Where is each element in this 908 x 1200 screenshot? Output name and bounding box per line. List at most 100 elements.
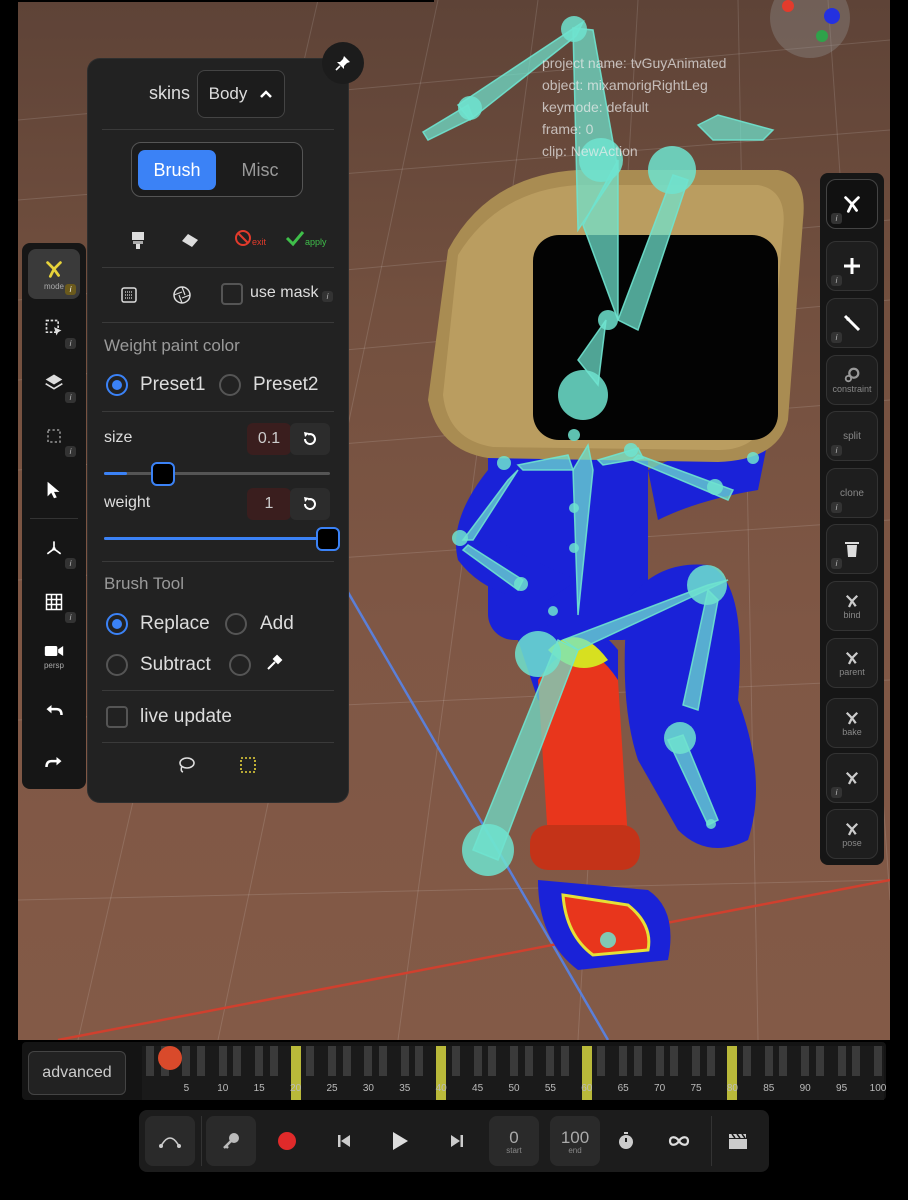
bone-link-button[interactable]: i [826, 753, 878, 803]
frame-tick [328, 1046, 336, 1076]
undo-button[interactable] [28, 685, 80, 735]
right-toolbar: i i i constraint split i clone i i bind … [820, 173, 884, 865]
size-reset-button[interactable] [290, 423, 330, 455]
frame-number-label: 25 [326, 1083, 338, 1094]
select-box-button[interactable]: i [28, 303, 80, 353]
preset2-radio[interactable] [219, 374, 241, 396]
next-keyframe-button[interactable] [432, 1116, 482, 1166]
advanced-button[interactable]: advanced [28, 1051, 126, 1095]
frame-tick [764, 1046, 773, 1076]
end-frame-field[interactable]: 100 end [550, 1116, 600, 1166]
info-badge[interactable]: i [65, 392, 76, 403]
box-select-icon[interactable] [240, 757, 256, 773]
orientation-gizmo[interactable] [770, 0, 850, 58]
weight-slider-knob[interactable] [316, 527, 340, 551]
record-button[interactable] [262, 1116, 312, 1166]
info-badge[interactable]: i [831, 275, 842, 286]
size-value-field[interactable]: 0.1 [247, 423, 291, 455]
apply-button[interactable]: apply [285, 229, 327, 247]
delete-button[interactable]: i [826, 524, 878, 574]
live-update-checkbox[interactable] [106, 706, 128, 728]
parent-button[interactable]: parent [826, 638, 878, 688]
info-badge[interactable]: i [831, 502, 842, 513]
gizmo-y-dot [816, 30, 828, 42]
texture-icon[interactable] [121, 287, 137, 303]
add-bone-button[interactable]: i [826, 241, 878, 291]
frame-tick [255, 1046, 264, 1076]
chevron-up-icon [260, 90, 273, 98]
lasso-icon[interactable] [177, 756, 195, 774]
subtract-radio[interactable] [106, 654, 128, 676]
pose-button[interactable]: pose [826, 809, 878, 859]
play-button[interactable] [375, 1116, 425, 1166]
use-mask-checkbox[interactable] [221, 283, 243, 305]
preset1-radio[interactable] [106, 374, 128, 396]
info-badge[interactable]: i [65, 558, 76, 569]
exit-button[interactable]: exit [234, 229, 266, 247]
replace-radio[interactable] [106, 613, 128, 635]
frame-tick [510, 1046, 518, 1076]
eyedropper-radio[interactable] [229, 654, 251, 676]
frame-tick [815, 1046, 824, 1076]
grid-button[interactable]: i [28, 577, 80, 627]
info-badge[interactable]: i [831, 445, 842, 456]
add-radio[interactable] [225, 613, 247, 635]
clapperboard-icon [729, 1133, 747, 1149]
frame-number-label: 70 [654, 1083, 666, 1094]
divider [102, 561, 334, 562]
redo-button[interactable] [28, 737, 80, 787]
keyframe-key-button[interactable] [206, 1116, 256, 1166]
skins-dropdown[interactable]: Body [197, 70, 285, 118]
split-button[interactable]: split i [826, 411, 878, 461]
info-badge[interactable]: i [65, 284, 76, 295]
frame-tick [233, 1046, 242, 1076]
loop-button[interactable] [654, 1116, 704, 1166]
info-badge[interactable]: i [831, 213, 842, 224]
draw-bone-button[interactable]: i [826, 298, 878, 348]
info-badge[interactable]: i [831, 558, 842, 569]
info-badge[interactable]: i [831, 332, 842, 343]
constraint-button[interactable]: constraint [826, 355, 878, 405]
pointer-button[interactable] [28, 465, 80, 515]
frame-tick [779, 1046, 788, 1076]
weight-value-field[interactable]: 1 [247, 488, 291, 520]
eraser-icon[interactable] [180, 232, 200, 248]
bake-button[interactable]: bake [826, 698, 878, 748]
skins-label: skins [149, 83, 191, 103]
playhead[interactable] [158, 1046, 182, 1070]
bone-settings-button[interactable]: i [826, 179, 878, 229]
tab-brush[interactable]: Brush [138, 150, 216, 190]
tab-misc[interactable]: Misc [222, 150, 298, 190]
size-slider-track[interactable] [104, 472, 330, 475]
transform-axes-button[interactable]: i [28, 523, 80, 573]
clone-button[interactable]: clone i [826, 468, 878, 518]
layers-button[interactable]: i [28, 357, 80, 407]
marquee-button[interactable]: i [28, 411, 80, 461]
mode-button[interactable]: mode i [28, 249, 80, 299]
parent-label: parent [839, 667, 865, 677]
curve-editor-button[interactable] [145, 1116, 195, 1166]
start-frame-field[interactable]: 0 start [489, 1116, 539, 1166]
timer-button[interactable] [601, 1116, 651, 1166]
replace-label: Replace [140, 613, 210, 634]
weight-reset-button[interactable] [290, 488, 330, 520]
info-badge[interactable]: i [65, 446, 76, 457]
frame-number-label: 75 [690, 1083, 702, 1094]
info-badge[interactable]: i [65, 612, 76, 623]
info-badge[interactable]: i [322, 291, 333, 302]
camera-persp-button[interactable]: persp [28, 631, 80, 681]
size-slider-knob[interactable] [150, 462, 175, 486]
info-badge[interactable]: i [831, 787, 842, 798]
timeline-ruler[interactable]: 5 10 15 20 25 30 35 40 45 50 55 60 65 70 75 80 85 90 95 100 [142, 1046, 886, 1100]
aperture-icon[interactable] [172, 285, 192, 305]
divider [102, 322, 334, 323]
previous-keyframe-button[interactable] [319, 1116, 369, 1166]
pin-panel-button[interactable] [322, 42, 364, 84]
add-label: Add [260, 613, 294, 634]
bind-button[interactable]: bind [826, 581, 878, 631]
brush-icon[interactable] [130, 231, 146, 249]
frame-tick [269, 1046, 278, 1076]
record-icon [278, 1132, 296, 1150]
clips-button[interactable] [713, 1116, 763, 1166]
info-badge[interactable]: i [65, 338, 76, 349]
